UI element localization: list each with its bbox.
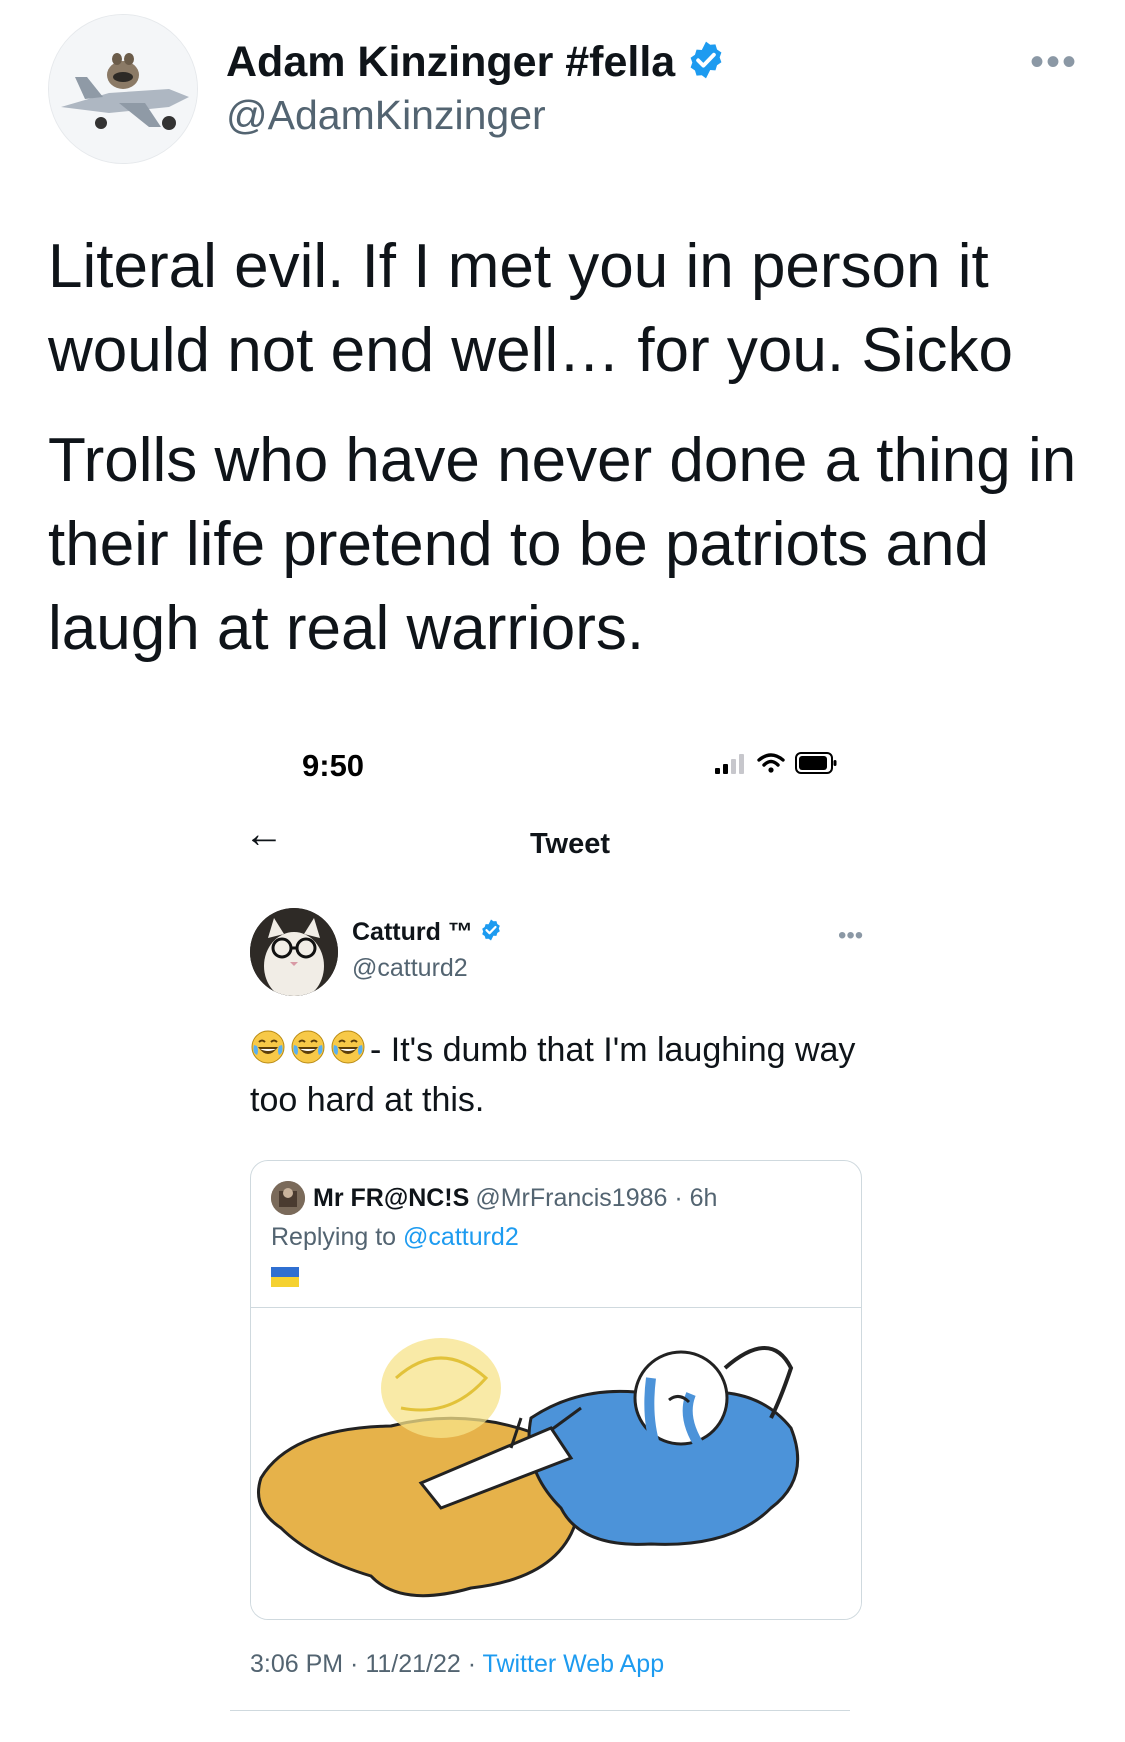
quoted-tweet-card: Mr FR@NC!S @MrFrancis1986 · 6h Replying … (250, 1160, 862, 1620)
tweet-datetime: 3:06 PM · 11/21/22 · (250, 1650, 483, 1678)
quoted-author-name-row: Catturd ™ (352, 918, 503, 947)
author-handle[interactable]: @AdamKinzinger (226, 92, 546, 139)
tweet-text: Literal evil. If I met you in person it … (48, 225, 1078, 697)
laughing-crying-emoji-icon (331, 1030, 365, 1064)
replying-to-mention: @catturd2 (403, 1223, 519, 1251)
author-display-name[interactable]: Adam Kinzinger #fella (226, 38, 675, 87)
cat-with-glasses-avatar-image (250, 908, 338, 996)
wifi-icon (757, 753, 785, 773)
more-options-icon: ••• (838, 922, 864, 949)
laughing-crying-emoji-icon (251, 1030, 285, 1064)
battery-icon (795, 752, 837, 774)
divider (230, 1710, 850, 1711)
cellular-signal-icon (715, 754, 744, 774)
outer-tweet-header: Adam Kinzinger #fella @AdamKinzinger ••• (48, 14, 1078, 164)
nav-title: Tweet (529, 828, 611, 860)
avatar[interactable] (48, 14, 198, 164)
laughing-emoji-group (250, 1029, 366, 1065)
status-bar-icons (715, 752, 837, 774)
status-bar-time: 9:50 (302, 748, 365, 783)
meme-drawing-image (251, 1308, 861, 1619)
screenshot-tweet-text: - It's dumb that I'm laughing way too ha… (250, 1025, 870, 1125)
replying-to-prefix: Replying to (271, 1223, 404, 1251)
author-name-row[interactable]: Adam Kinzinger #fella (226, 38, 727, 87)
ukraine-flag-icon (271, 1267, 299, 1287)
verified-badge-icon (685, 39, 727, 86)
tweet-timestamp-footer: 3:06 PM · 11/21/22 · Twitter Web App (250, 1650, 664, 1679)
quoted-tweet-header: Mr FR@NC!S @MrFrancis1986 · 6h (271, 1181, 717, 1215)
quoted-tweet-display-name: Mr FR@NC!S (313, 1183, 470, 1212)
small-avatar-image (271, 1181, 305, 1215)
tweet-source-app: Twitter Web App (482, 1650, 665, 1678)
quoted-tweet-handle-time: @MrFrancis1986 · 6h (475, 1183, 718, 1212)
tweet-text-paragraph: Trolls who have never done a thing in th… (48, 426, 1077, 663)
laughing-crying-emoji-icon (291, 1030, 325, 1064)
avatar (271, 1181, 305, 1215)
quoted-author-display-name: Catturd ™ (352, 918, 473, 946)
jet-raccoon-avatar-image (49, 15, 197, 163)
avatar (250, 908, 338, 996)
quoted-author-handle: @catturd2 (352, 954, 468, 982)
replying-to-line: Replying to @catturd2 (271, 1223, 519, 1252)
tweet-text-paragraph: Literal evil. If I met you in person it … (48, 232, 1013, 385)
verified-badge-icon (479, 918, 503, 947)
attached-screenshot-image[interactable]: 9:50 ← Tweet Catturd ™ @catturd2 ••• - I… (230, 720, 910, 1742)
more-options-icon[interactable]: ••• (1030, 40, 1078, 85)
